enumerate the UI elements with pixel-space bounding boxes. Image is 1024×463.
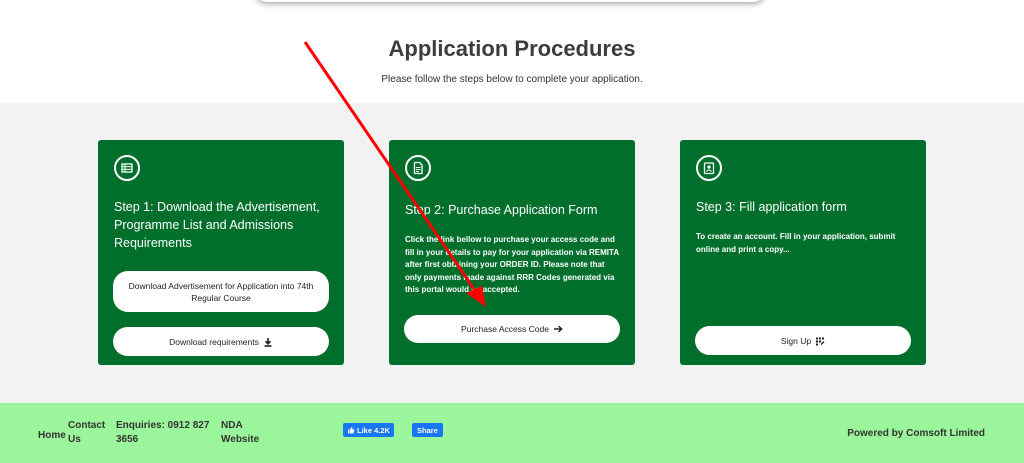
footer-contact-link[interactable]: Contact Us bbox=[68, 419, 110, 447]
list-icon bbox=[114, 155, 140, 181]
step-card-3: Step 3: Fill application form To create … bbox=[680, 140, 926, 365]
facebook-like-label: Like 4.2K bbox=[357, 425, 390, 435]
facebook-share-button[interactable]: Share bbox=[412, 423, 443, 437]
download-icon bbox=[264, 337, 272, 347]
page-title: Application Procedures bbox=[388, 36, 636, 61]
step-card-2: Step 2: Purchase Application Form Click … bbox=[389, 140, 635, 365]
facebook-share-label: Share bbox=[417, 425, 438, 435]
id-badge-icon bbox=[696, 155, 722, 181]
signup-icon bbox=[816, 337, 825, 345]
page-subtitle: Please follow the steps below to complet… bbox=[381, 74, 643, 85]
purchase-access-code-label: Purchase Access Code bbox=[461, 324, 549, 334]
document-icon bbox=[405, 155, 431, 181]
footer-nda-website-link[interactable]: NDA Website bbox=[221, 419, 271, 447]
arrow-right-icon bbox=[553, 325, 563, 333]
purchase-access-code-button[interactable]: Purchase Access Code bbox=[404, 315, 620, 343]
step-2-description: Click the link bellow to purchase your a… bbox=[405, 235, 619, 295]
step-3-title: Step 3: Fill application form bbox=[696, 200, 847, 214]
footer-home-link[interactable]: Home bbox=[38, 429, 66, 443]
sign-up-button[interactable]: Sign Up bbox=[695, 326, 911, 355]
download-advertisement-label: Download Advertisement for Application i… bbox=[128, 280, 314, 303]
step-1-title: Step 1: Download the Advertisement, Prog… bbox=[114, 200, 320, 250]
footer-enquiries: Enquiries: 0912 827 3656 bbox=[116, 420, 210, 445]
sign-up-label: Sign Up bbox=[780, 335, 812, 346]
powered-by: Powered by Comsoft Limited bbox=[847, 428, 985, 439]
step-2-title: Step 2: Purchase Application Form bbox=[405, 203, 598, 217]
step-card-1: Step 1: Download the Advertisement, Prog… bbox=[98, 140, 344, 365]
steps-section: Step 1: Download the Advertisement, Prog… bbox=[0, 103, 1024, 403]
download-requirements-label: Download requirements bbox=[169, 336, 259, 347]
footer: Home Contact Us Enquiries: 0912 827 3656… bbox=[0, 403, 1024, 463]
step-3-description: To create an account. Fill in your appli… bbox=[696, 232, 896, 254]
thumbs-up-icon bbox=[348, 427, 355, 434]
header: Application Procedures Please follow the… bbox=[0, 0, 1024, 103]
download-advertisement-button[interactable]: Download Advertisement for Application i… bbox=[113, 271, 329, 312]
facebook-like-button[interactable]: Like 4.2K bbox=[343, 423, 394, 437]
download-requirements-button[interactable]: Download requirements bbox=[113, 327, 329, 356]
